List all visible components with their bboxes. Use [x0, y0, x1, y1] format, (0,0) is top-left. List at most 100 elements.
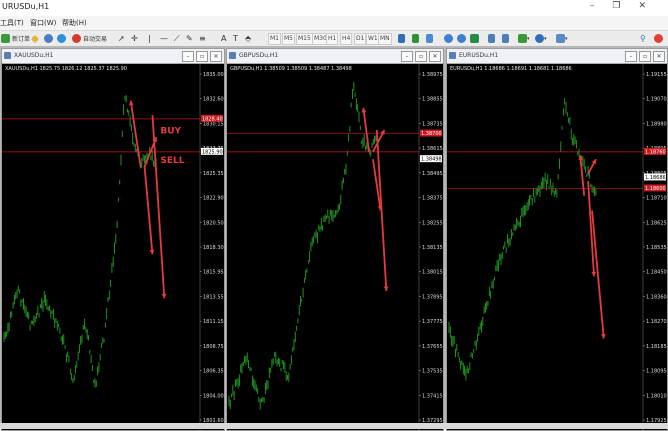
period-button[interactable]: ▾ — [535, 33, 547, 44]
menu-bar: 工具(T) 窗口(W) 帮助(H) — [0, 16, 668, 30]
indicators-button[interactable]: ▾ — [518, 33, 530, 44]
price-tick-label: 1.18625 — [646, 220, 667, 226]
chart-window-titlebar[interactable]: GBPUSDu,H1 – ▫ ✕ — [227, 49, 443, 64]
menu-help[interactable]: 帮助(H) — [62, 18, 87, 28]
chart-area[interactable]: 1835.001832.601830.151827.751825.351822.… — [2, 64, 224, 430]
price-tick-label: 1.18360 — [646, 294, 667, 300]
price-tag-label: 1.38498 — [421, 157, 442, 163]
timeframe-mn[interactable]: MN — [378, 33, 392, 45]
alert-icon — [654, 34, 663, 43]
chart-window-xauusd[interactable]: XAUUSDu,H1 – ▫ ✕ 1835.00 1832.60 1830.15 18… — [1, 48, 225, 431]
tile-button[interactable] — [470, 33, 479, 44]
price-tick-label: 1815.95 — [203, 270, 224, 276]
trendline-button[interactable]: — — [160, 33, 168, 44]
autoscroll-button[interactable] — [488, 33, 495, 44]
label-button[interactable]: T — [233, 33, 238, 44]
label-icon: T — [233, 34, 238, 43]
trendline-icon: — — [160, 34, 168, 43]
chart-window-eurusd[interactable]: EURUSDu,H1 – ▫ ✕ 1.19155 1.19070 1.18980 1.… — [446, 48, 668, 431]
diamond-icon — [30, 34, 40, 43]
price-chart[interactable]: 1.38975 1.38855 1.38735 1.38615 1.38495 1.383… — [227, 64, 443, 430]
new-order-button[interactable]: 新订单 — [1, 33, 30, 44]
maximize-button[interactable]: ▫ — [196, 51, 208, 62]
price-tick-label: 1.38615 — [422, 146, 443, 152]
zoom-in-button[interactable] — [444, 33, 453, 44]
arrow-head — [149, 249, 155, 255]
timeframe-h4[interactable]: H4 — [340, 33, 353, 45]
price-chart[interactable]: 1.191551.190701.189801.188951.188051.187… — [447, 64, 667, 430]
zoom-out-button[interactable] — [457, 33, 466, 44]
hline-button[interactable]: ≡ — [199, 33, 206, 44]
hline-icon: ≡ — [199, 34, 206, 43]
price-tick-label: 1820.50 — [203, 220, 224, 226]
chevron-down-icon: ▾ — [565, 35, 568, 42]
window-controls[interactable]: –❐✕ — [590, 1, 664, 11]
chart-line-button[interactable] — [426, 33, 433, 44]
zoom-out-icon — [457, 34, 466, 43]
price-tag-label: 1.18760 — [645, 149, 666, 155]
price-tick-label: 1.38375 — [422, 196, 443, 202]
minimize-button[interactable]: – — [625, 51, 637, 62]
app-title: URUSDu,H1 — [2, 2, 50, 11]
alert-button[interactable] — [654, 33, 663, 44]
timeframe-m1[interactable]: M1 — [268, 33, 281, 45]
price-tick-label: 1.18270 — [646, 319, 667, 325]
price-tick-label: 1813.55 — [203, 294, 224, 300]
arrow-shaft — [143, 166, 154, 255]
price-chart[interactable]: 1835.001832.601830.151827.751825.351822.… — [2, 64, 224, 430]
toolbar-icon-button[interactable] — [30, 33, 40, 44]
vline-button[interactable]: | — [148, 33, 151, 44]
price-tag-label: 1.18686 — [645, 175, 666, 181]
minimize-button[interactable]: – — [401, 51, 413, 62]
crosshair-button[interactable]: ✛ — [131, 33, 138, 44]
price-tick-label: 1.38735 — [422, 121, 443, 127]
toolbar-icon-button[interactable] — [57, 33, 66, 44]
price-tick-label: 1806.35 — [203, 369, 224, 375]
horizontal-scrollbar[interactable] — [0, 423, 668, 429]
chart-area[interactable]: 1.191551.190701.189801.188951.188051.187… — [447, 64, 667, 430]
cursor-button[interactable]: ➚ — [118, 33, 125, 44]
timeframe-h1[interactable]: H1 — [326, 33, 339, 45]
ohlc-label: XAUUSDu,H1 1825.75 1826.12 1825.37 1825.… — [5, 66, 127, 72]
chart-bar-icon — [398, 34, 405, 43]
toolbar-icon-button[interactable] — [44, 33, 53, 44]
templates-button[interactable]: ▾ — [556, 33, 568, 44]
menu-tools[interactable]: 工具(T) — [0, 18, 24, 28]
tile-icon — [470, 34, 479, 43]
close-button[interactable]: ✕ — [429, 51, 441, 62]
shapes-button[interactable]: ⬘ — [245, 33, 251, 44]
chart-window-titlebar[interactable]: XAUUSDu,H1 – ▫ ✕ — [2, 49, 224, 64]
timeframe-m15[interactable]: M15 — [296, 33, 313, 45]
pencil-button[interactable]: ✎ — [186, 33, 193, 44]
crosshair-icon: ✛ — [131, 34, 138, 43]
arrow-shaft — [375, 129, 388, 291]
close-button[interactable]: ✕ — [210, 51, 222, 62]
search-button[interactable]: ⚲ — [640, 33, 646, 44]
chart-area[interactable]: 1.38975 1.38855 1.38735 1.38615 1.38495 1.383… — [227, 64, 443, 430]
chart-candle-button[interactable] — [412, 33, 419, 44]
price-tick-label: 1.38255 — [422, 220, 443, 226]
maximize-button[interactable]: ▫ — [639, 51, 651, 62]
trend-button[interactable]: ⟋ — [174, 33, 180, 44]
text-button[interactable]: A — [221, 33, 226, 44]
shift-button[interactable] — [502, 33, 509, 44]
timeframe-d1[interactable]: D1 — [354, 33, 367, 45]
menu-window[interactable]: 窗口(W) — [30, 18, 56, 28]
auto-trade-button[interactable]: 自动交易 — [72, 33, 107, 44]
timeframe-m5[interactable]: M5 — [282, 33, 295, 45]
search-icon: ⚲ — [640, 34, 646, 43]
new-order-label: 新订单 — [12, 36, 31, 43]
chart-window-icon — [4, 52, 11, 59]
arrow-head — [161, 293, 167, 299]
chart-window-gbpusd[interactable]: GBPUSDu,H1 – ▫ ✕ 1.38975 1.38855 1.38735 1.… — [226, 48, 444, 431]
price-tick-label: 1.37775 — [422, 319, 443, 325]
chart-bar-button[interactable] — [398, 33, 405, 44]
minimize-button[interactable]: – — [182, 51, 194, 62]
chart-window-title: EURUSDu,H1 — [459, 52, 499, 59]
maximize-button[interactable]: ▫ — [415, 51, 427, 62]
globe-icon — [57, 34, 66, 43]
chart-window-titlebar[interactable]: EURUSDu,H1 – ▫ ✕ — [447, 49, 667, 64]
close-button[interactable]: ✕ — [653, 51, 665, 62]
ohlc-label: GBPUSDu,H1 1.38509 1.38509 1.38487 1.384… — [230, 66, 352, 72]
arrow-shaft — [579, 155, 586, 196]
